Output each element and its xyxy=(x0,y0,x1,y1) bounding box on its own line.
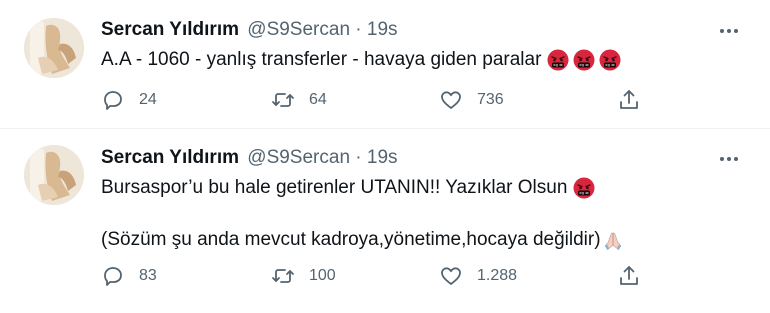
timeline-feed: Sercan Yıldırım @S9Sercan · 19s A.A - 10… xyxy=(0,0,770,313)
author-name[interactable]: Sercan Yıldırım xyxy=(101,19,239,40)
share-icon xyxy=(620,90,638,109)
retweet-count: 100 xyxy=(309,267,336,284)
heart-icon xyxy=(441,267,461,285)
like-count: 1.288 xyxy=(477,267,518,284)
share-button[interactable] xyxy=(617,87,641,113)
tweet-paragraph: A.A - 1060 - yanlış transferler - havaya… xyxy=(101,47,621,73)
more-icon[interactable] xyxy=(718,148,740,170)
tweet-paragraph: Bursaspor’u bu hale getirenler UTANIN!! … xyxy=(101,175,624,201)
angry-face-with-symbols-icon xyxy=(547,49,569,71)
like-button[interactable]: 1.288 xyxy=(439,263,517,289)
timestamp[interactable]: 19s xyxy=(367,19,398,40)
share-button[interactable] xyxy=(617,263,641,289)
retweet-icon xyxy=(272,93,294,107)
retweet-icon xyxy=(272,269,294,283)
retweet-button[interactable]: 64 xyxy=(271,87,327,113)
separator-dot: · xyxy=(355,147,362,168)
like-button[interactable]: 736 xyxy=(439,87,504,113)
tweet-actions: 24 64 736 xyxy=(101,87,641,113)
reply-button[interactable]: 24 xyxy=(101,87,157,113)
tweet-paragraph-text: Bursaspor’u bu hale getirenler UTANIN!! … xyxy=(101,177,568,198)
reply-button[interactable]: 83 xyxy=(101,263,157,289)
author-handle[interactable]: @S9Sercan xyxy=(247,19,350,40)
like-count: 736 xyxy=(477,91,504,108)
angry-face-with-symbols-icon xyxy=(573,177,595,199)
angry-face-with-symbols-icon xyxy=(573,49,595,71)
tweet-paragraph: (Sözüm şu anda mevcut kadroya,yönetime,h… xyxy=(101,227,624,253)
tweet-text: A.A - 1060 - yanlış transferler - havaya… xyxy=(101,47,621,73)
retweet-button[interactable]: 100 xyxy=(271,263,336,289)
share-icon xyxy=(620,266,638,285)
separator-dot: · xyxy=(355,19,362,40)
author-name[interactable]: Sercan Yıldırım xyxy=(101,147,239,168)
avatar[interactable] xyxy=(24,145,84,205)
tweet-actions: 83 100 1.288 xyxy=(101,263,641,289)
reply-icon xyxy=(104,267,122,286)
tweet-header: Sercan Yıldırım @S9Sercan · 19s xyxy=(101,146,398,170)
tweet-paragraph-text: (Sözüm şu anda mevcut kadroya,yönetime,h… xyxy=(101,229,601,250)
more-icon[interactable] xyxy=(718,20,740,42)
tweet-text: Bursaspor’u bu hale getirenler UTANIN!! … xyxy=(101,175,624,253)
reply-count: 24 xyxy=(139,91,157,108)
timestamp[interactable]: 19s xyxy=(367,147,398,168)
reply-count: 83 xyxy=(139,267,157,284)
angry-face-with-symbols-icon xyxy=(599,49,621,71)
author-handle[interactable]: @S9Sercan xyxy=(247,147,350,168)
heart-icon xyxy=(441,91,461,109)
avatar[interactable] xyxy=(24,18,84,78)
tweet-paragraph-text: A.A - 1060 - yanlış transferler - havaya… xyxy=(101,49,542,70)
reply-icon xyxy=(104,91,122,110)
tweet-header: Sercan Yıldırım @S9Sercan · 19s xyxy=(101,18,398,42)
tweet-2[interactable]: Sercan Yıldırım @S9Sercan · 19s Bursaspo… xyxy=(0,129,770,313)
retweet-count: 64 xyxy=(309,91,327,108)
folded-hands-icon xyxy=(604,232,621,251)
tweet-1[interactable]: Sercan Yıldırım @S9Sercan · 19s A.A - 10… xyxy=(0,0,770,128)
